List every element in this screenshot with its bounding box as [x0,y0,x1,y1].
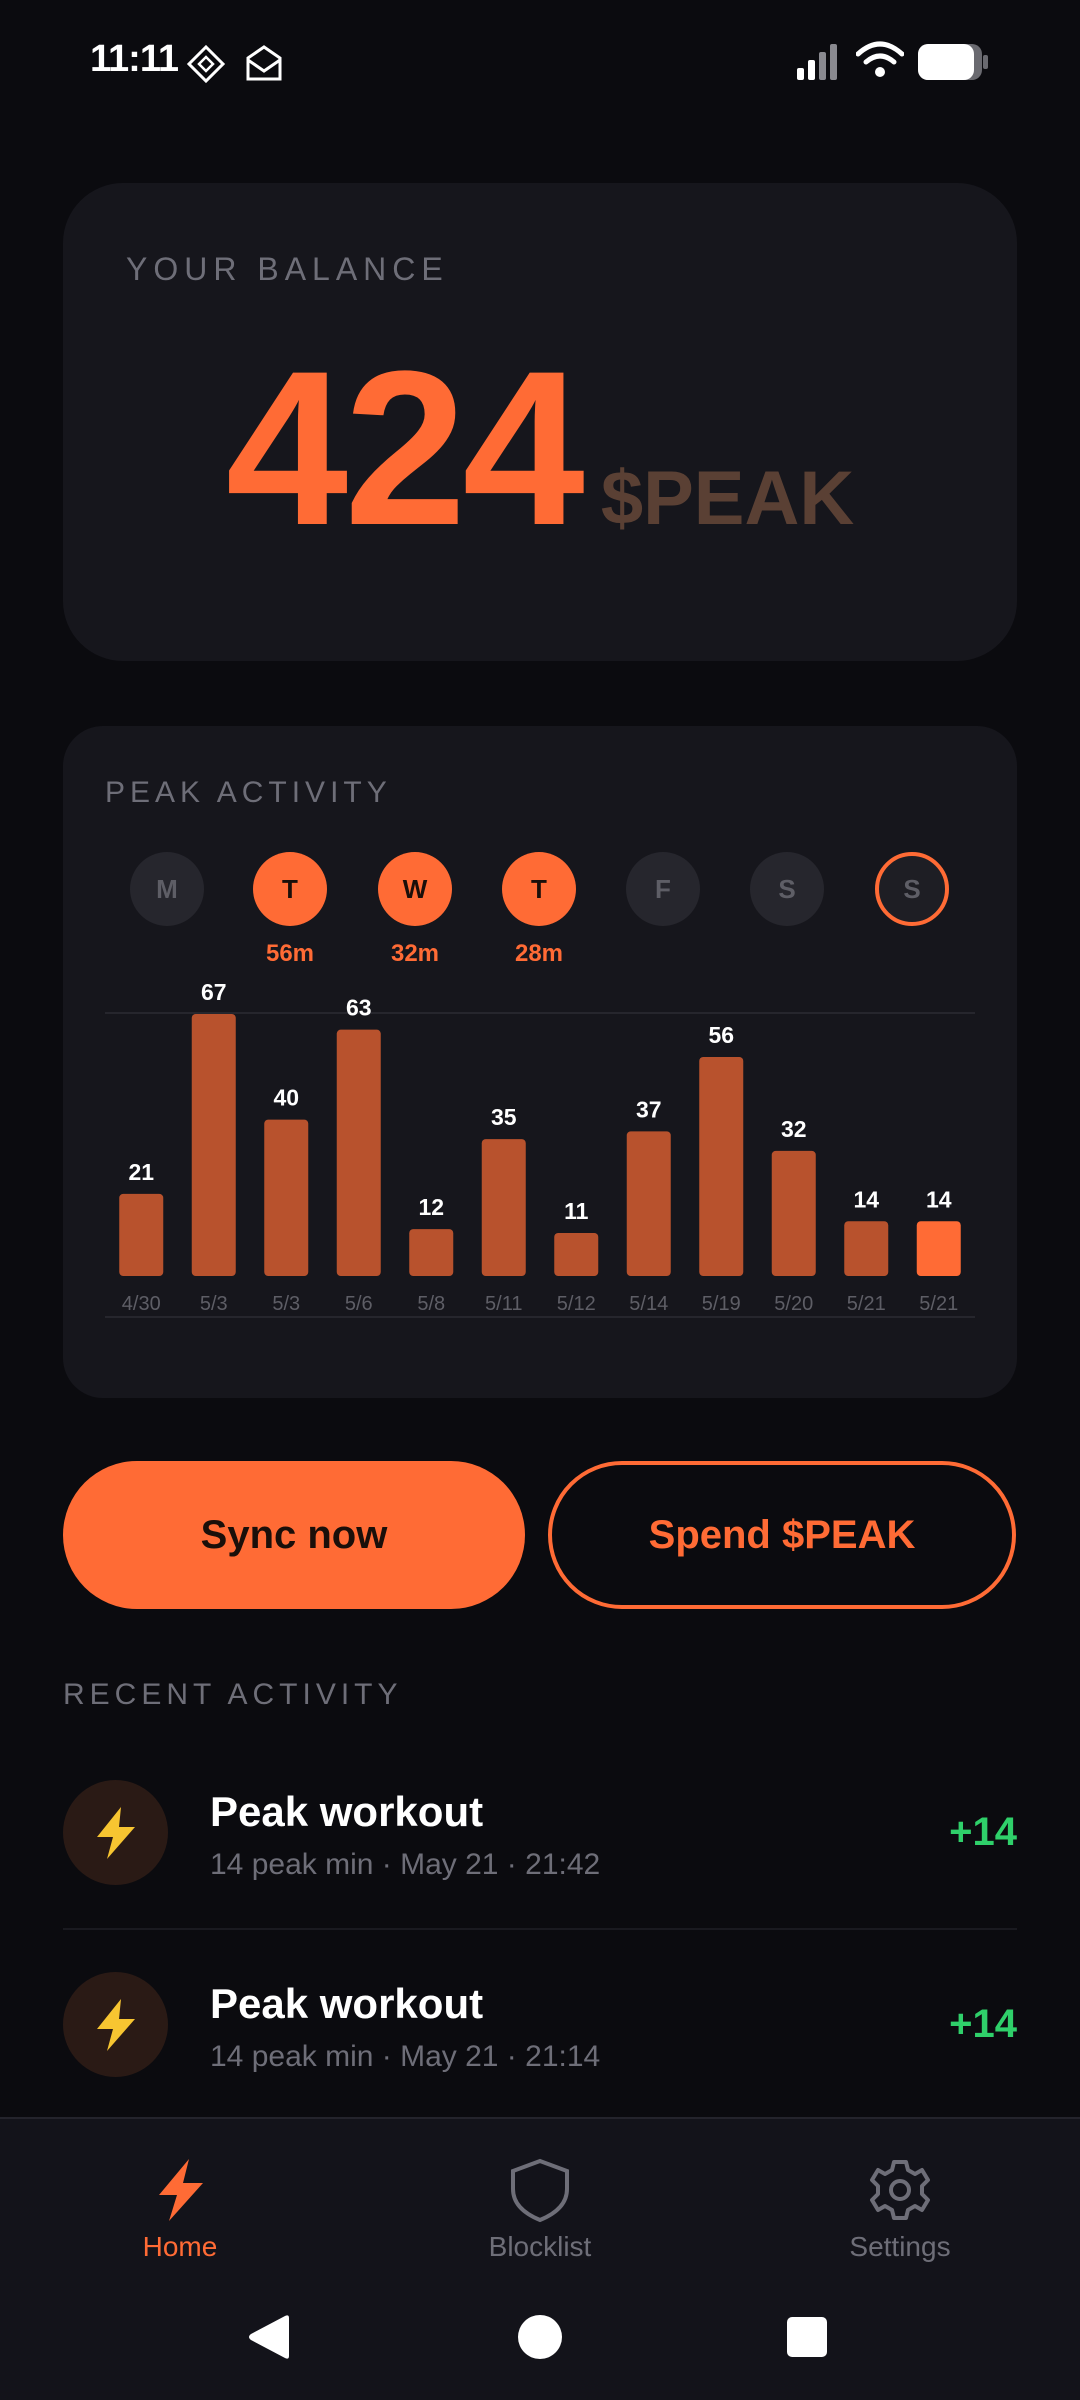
chart-tick-label-3: 5/6 [345,1293,373,1315]
chart-value-label-0: 21 [128,1159,154,1185]
spend-peak-button[interactable]: Spend $PEAK [548,1461,1016,1609]
chart-bar-0 [119,1193,164,1276]
balance-value: 424 [225,325,585,571]
recent-icon-circle [63,1972,168,2077]
status-bar: 11:11 [0,0,1080,125]
recent-activity-label: RECENT ACTIVITY [63,1678,403,1711]
nav-item-home[interactable]: Home [60,2119,300,2274]
chart-tick-label-6: 5/12 [557,1293,596,1315]
system-navigation-bar [0,2272,1080,2400]
chart-bar-7 [626,1131,671,1276]
activity-bar-chart: 21 4/30 67 5/3 40 5/3 63 5/6 12 5/8 35 5/11 11 5/12 37… [105,979,975,1318]
lightning-icon [159,2159,203,2221]
chart-value-label-6: 11 [564,1198,589,1224]
lightning-icon [96,1806,135,1859]
chart-tick-label-11: 5/21 [919,1293,958,1315]
mail-notification-icon [246,45,282,81]
activity-card: PEAK ACTIVITY M T 56m W 32m T 28m F S S 21 4/30 67 5… [63,726,1017,1398]
chart-tick-label-1: 5/3 [200,1293,228,1315]
sync-now-button[interactable]: Sync now [63,1461,525,1609]
chart-bar-2 [264,1119,309,1276]
balance-card: YOUR BALANCE 424 $PEAK [63,183,1017,661]
recent-item-subtitle: 14 peak min · May 21 · 21:42 [210,1848,601,1881]
chart-bar-8 [699,1057,744,1276]
chart-bar-1 [191,1014,236,1276]
nav-item-blocklist[interactable]: Blocklist [420,2119,660,2274]
chart-value-label-3: 63 [346,995,372,1021]
chart-tick-label-0: 4/30 [122,1293,161,1315]
back-icon[interactable] [247,2314,291,2360]
recent-icon-circle [63,1780,168,1885]
chart-tick-label-9: 5/20 [774,1293,813,1315]
recent-item-title: Peak workout [210,1980,484,2027]
chart-bar-6 [554,1232,599,1276]
chart-tick-label-7: 5/14 [629,1293,668,1315]
nav-label-blocklist: Blocklist [488,2231,592,2262]
chart-tick-label-10: 5/21 [847,1293,886,1315]
chart-value-label-5: 35 [491,1104,517,1130]
chart-bar-9 [771,1150,816,1276]
battery-icon [918,44,988,80]
nav-item-settings[interactable]: Settings [780,2119,1020,2274]
recent-item-subtitle: 14 peak min · May 21 · 21:14 [210,2040,601,2073]
app-notification-icon [186,44,226,84]
chart-tick-label-8: 5/19 [702,1293,741,1315]
chart-value-label-4: 12 [418,1194,444,1220]
bottom-nav: Home Blocklist Settings [0,2117,1080,2272]
shield-icon [511,2158,569,2223]
recent-item-delta: +14 [949,2002,1017,2046]
chart-tick-label-5: 5/11 [485,1293,522,1315]
balance-label: YOUR BALANCE [126,251,449,287]
chart-value-label-9: 32 [781,1116,807,1142]
wifi-icon [856,41,904,77]
chart-bar-11 [916,1221,961,1276]
list-item[interactable]: Peak workout 14 peak min · May 21 · 21:4… [63,1780,1017,1970]
lightning-icon [96,1998,135,2051]
chart-value-label-1: 67 [201,979,227,1005]
nav-label-home: Home [142,2231,218,2262]
balance-unit: $PEAK [600,456,855,541]
list-divider [63,1928,1017,1930]
gear-icon [870,2160,930,2220]
recent-item-title: Peak workout [210,1788,484,1835]
balance-row: 424 $PEAK [63,338,1017,558]
chart-bar-4 [409,1229,454,1276]
chart-tick-label-4: 5/8 [417,1293,445,1315]
recent-item-delta: +14 [949,1810,1017,1854]
chart-value-label-11: 14 [926,1186,952,1212]
chart-value-label-7: 37 [636,1096,662,1122]
chart-value-label-8: 56 [708,1022,734,1048]
chart-value-label-2: 40 [273,1085,299,1111]
chart-value-label-10: 14 [853,1186,879,1212]
signal-icon [797,44,837,80]
chart-bar-5 [481,1139,526,1276]
status-time: 11:11 [90,38,179,80]
home-icon[interactable] [517,2314,563,2360]
chart-bar-10 [844,1221,889,1276]
nav-label-settings: Settings [849,2231,951,2262]
chart-bar-3 [336,1029,381,1276]
recents-icon[interactable] [786,2316,828,2358]
chart-tick-label-2: 5/3 [272,1293,300,1315]
